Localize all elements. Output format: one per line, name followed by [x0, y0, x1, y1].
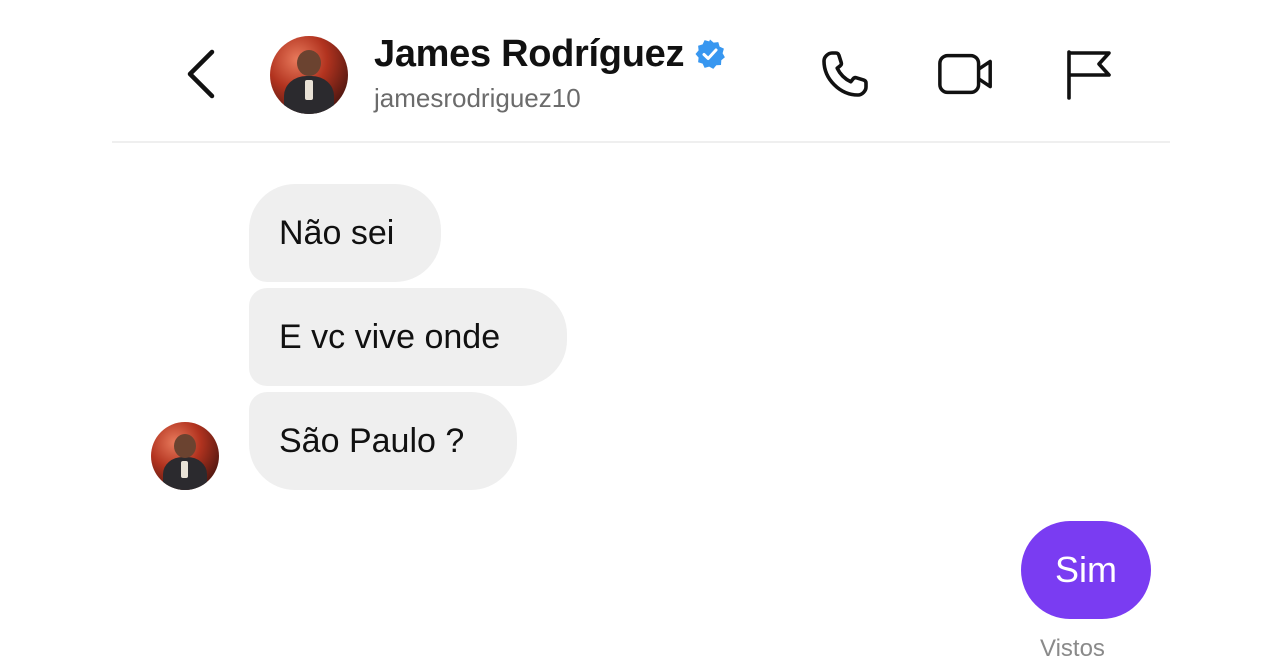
report-button[interactable]	[1058, 44, 1118, 104]
video-call-button[interactable]	[936, 44, 996, 104]
seen-status: Vistos	[1040, 635, 1105, 662]
voice-call-button[interactable]	[815, 44, 875, 104]
verified-badge-icon	[695, 39, 726, 69]
chat-title[interactable]: James Rodríguez jamesrodriguez10	[374, 30, 726, 114]
flag-icon	[1067, 50, 1111, 100]
contact-name: James Rodríguez	[374, 33, 685, 75]
received-message[interactable]: Não sei	[249, 184, 441, 282]
phone-icon	[822, 51, 868, 97]
sent-message[interactable]: Sim	[1021, 521, 1151, 619]
contact-username: jamesrodriguez10	[374, 83, 581, 113]
header-divider	[112, 141, 1170, 143]
back-button[interactable]	[176, 44, 226, 104]
profile-avatar[interactable]	[270, 36, 348, 114]
received-message[interactable]: São Paulo ?	[249, 392, 517, 490]
video-camera-icon	[938, 53, 992, 95]
chat-screen: James Rodríguez jamesrodriguez10 Não sei…	[0, 0, 1280, 666]
received-message[interactable]: E vc vive onde	[249, 288, 567, 386]
sender-avatar[interactable]	[151, 422, 219, 490]
back-icon	[187, 49, 215, 99]
